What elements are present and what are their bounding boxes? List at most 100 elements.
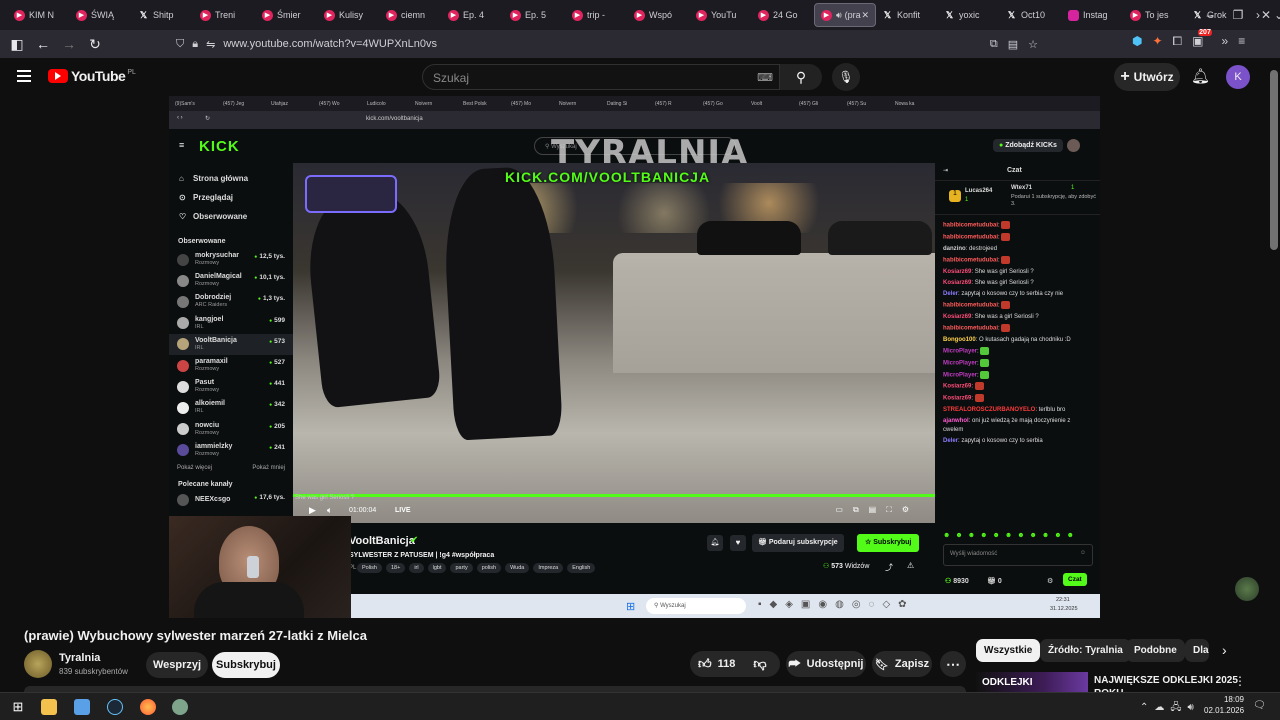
collapse-chat-icon: ⇥ — [943, 168, 949, 174]
sidebar-toggle-icon[interactable]: ◧ — [4, 36, 30, 53]
back-icon[interactable]: ← — [30, 36, 56, 52]
kick-url-overlay: KICK.COM/VOOLTBANICJA — [505, 169, 711, 185]
plus-icon: + — [1120, 68, 1130, 85]
youtube-logo[interactable]: YouTube PL — [48, 68, 136, 84]
browser-tab[interactable]: Instag — [1062, 3, 1124, 27]
picture-in-picture-icon[interactable]: ⧉ — [990, 38, 998, 51]
browser-tab[interactable]: ▶ 🔊︎ (pra ✕ — [814, 3, 876, 27]
windows-start-icon[interactable]: ⊞ — [10, 699, 26, 715]
tab-label: Konfit — [897, 10, 921, 20]
search-input[interactable]: Szukaj ⌨ — [422, 64, 780, 90]
chip-all[interactable]: Wszystkie — [976, 639, 1041, 662]
clock[interactable]: 18:09 02.01.2026 — [1204, 695, 1244, 715]
gift-sub-button: 🎁︎ Podaruj subskrypcje — [752, 534, 844, 552]
forward-icon[interactable]: → — [56, 36, 82, 52]
create-label: Utwórz — [1133, 70, 1174, 84]
browser-tab[interactable]: ▶ Treni — [194, 3, 256, 27]
search-button[interactable]: ⚲ — [780, 64, 822, 90]
overflow-chevron-icon[interactable]: » — [1222, 34, 1229, 49]
channel-avatar — [177, 380, 189, 393]
steam-icon[interactable] — [107, 699, 123, 715]
bookmark-star-icon[interactable]: ☆ — [1028, 38, 1038, 51]
browser-tab[interactable]: ▶ YouTu — [690, 3, 752, 27]
notifications-bell-icon[interactable]: 🔔︎ — [1191, 67, 1210, 85]
inner-start-icon: ⊞ — [626, 601, 636, 613]
computer-icon[interactable] — [74, 699, 90, 715]
kick-nav-label: Przeglądaj — [193, 193, 234, 202]
browser-tab[interactable]: 𝕏 Konfit — [876, 3, 938, 27]
stream-time: 01:00:04 — [349, 507, 377, 514]
browser-tab[interactable]: ▶ Ep. 4 — [442, 3, 504, 27]
page-scrollbar[interactable] — [1270, 70, 1278, 250]
close-window-icon[interactable]: ✕ — [1252, 8, 1280, 22]
save-button[interactable]: 🔖︎ Zapisz — [872, 651, 932, 677]
notification-center-icon[interactable]: 🗨︎ — [1253, 700, 1266, 711]
minimize-icon[interactable]: – — [1196, 8, 1224, 22]
browser-tab[interactable]: 𝕏 Shitp — [132, 3, 194, 27]
gifts-icon: 🎁︎ — [987, 578, 998, 585]
browser-tab[interactable]: ▶ 24 Go — [752, 3, 814, 27]
file-explorer-icon[interactable] — [41, 699, 57, 715]
menu-icon[interactable]: ≡ — [1238, 34, 1245, 49]
tray-cloud-icon[interactable]: ☁ — [1154, 702, 1170, 713]
next-video-thumbnail[interactable]: ODKLEJKI — [976, 672, 1088, 692]
tray-volume-icon[interactable]: 🔊︎ — [1188, 702, 1200, 713]
subscribe-button[interactable]: Subskrybuj — [212, 652, 280, 678]
browser-tab[interactable]: 𝕏 Oct10 — [1000, 3, 1062, 27]
audio-playing-icon[interactable]: 🔊︎ — [836, 10, 842, 21]
url-bar[interactable]: ⛉ 🔒︎ ⇋ www.youtube.com/watch?v=4WUPXnLn0… — [176, 32, 1046, 56]
browser-tab[interactable]: ▶ Kulisy — [318, 3, 380, 27]
browser-tab[interactable]: ▶ To jes — [1124, 3, 1186, 27]
webcam-overlay — [169, 516, 351, 618]
channel-name[interactable]: Tyralnia — [59, 652, 100, 664]
share-arrow-icon: ⮫ — [788, 656, 801, 671]
tray-chevron-icon[interactable]: ⌃ — [1140, 702, 1154, 713]
channel-avatar[interactable] — [24, 650, 52, 678]
next-video-menu-icon[interactable]: ⋮ — [1234, 674, 1246, 688]
share-button[interactable]: ⮫ Udostępnij — [786, 651, 866, 677]
stream-tag: English — [567, 563, 596, 573]
chip-source[interactable]: Źródło: Tyralnia — [1040, 639, 1131, 662]
browser-tab[interactable]: ▶ KIM N — [8, 3, 70, 27]
extension-fox-icon[interactable]: ✦ — [1152, 34, 1162, 49]
chips-next-icon[interactable]: › — [1222, 642, 1227, 658]
tray-network-icon[interactable]: 🖧︎ — [1170, 702, 1187, 713]
browser-tab[interactable]: ▶ Ep. 5 — [504, 3, 566, 27]
more-actions-button[interactable]: ⋯ — [940, 651, 966, 677]
extensions-icon[interactable]: ⧠ — [1173, 34, 1183, 49]
account-avatar[interactable]: K — [1226, 65, 1250, 89]
browser-tab[interactable]: 𝕏yoxic — [938, 3, 1000, 27]
app-icon[interactable] — [172, 699, 188, 715]
voice-search-button[interactable]: 🎙︎ — [832, 63, 860, 91]
floating-avatar[interactable] — [1235, 577, 1259, 601]
reload-icon[interactable]: ↻ — [82, 36, 108, 53]
guide-menu-icon[interactable] — [17, 70, 31, 82]
close-tab-icon[interactable]: ✕ — [861, 10, 869, 21]
browser-tab[interactable]: ▶ ciemn — [380, 3, 442, 27]
play-icon: ▶ — [309, 505, 316, 515]
chat-username: Deler — [943, 291, 959, 298]
extension-counter-icon[interactable]: ▣ 207 — [1192, 29, 1212, 49]
restore-icon[interactable]: ❐ — [1224, 8, 1252, 22]
chip-similar[interactable]: Podobne — [1126, 639, 1185, 662]
reader-icon[interactable]: ▤ — [1008, 38, 1018, 51]
extension-shield-icon[interactable]: ⬢ — [1132, 34, 1142, 49]
chip-for-you[interactable]: Dla — [1185, 639, 1209, 662]
kick-header: ≡ KICK ⚲ Wyszukaj TYRALNIA ● Zdobądź KIC… — [169, 129, 1100, 173]
kick-nav-item: ⊙ Przeglądaj — [169, 188, 293, 207]
inner-tab: Nowa ka — [895, 100, 915, 107]
youtube-favicon-icon: ▶ — [696, 9, 707, 21]
create-button[interactable]: + Utwórz — [1114, 63, 1180, 91]
support-button[interactable]: Wesprzyj — [146, 652, 208, 678]
dislike-button[interactable]: 👎︎ — [753, 656, 766, 672]
browser-tab[interactable]: ▶ trip - — [566, 3, 628, 27]
browser-tab[interactable]: ▶ ŚWIĄ — [70, 3, 132, 27]
channel-viewers: 12,5 tys. — [254, 253, 285, 260]
browser-tab[interactable]: ▶ Śmier — [256, 3, 318, 27]
like-button[interactable]: 👍︎ 118 — [698, 656, 735, 672]
keyboard-icon[interactable]: ⌨ — [757, 71, 773, 84]
browser-tab[interactable]: ▶ Wspó — [628, 3, 690, 27]
firefox-icon[interactable] — [140, 699, 156, 715]
next-video-title[interactable]: NAJWIĘKSZE ODKLEJKI 2025 — [1094, 675, 1238, 686]
chat-message: habibicometudubai: — [935, 221, 1100, 231]
